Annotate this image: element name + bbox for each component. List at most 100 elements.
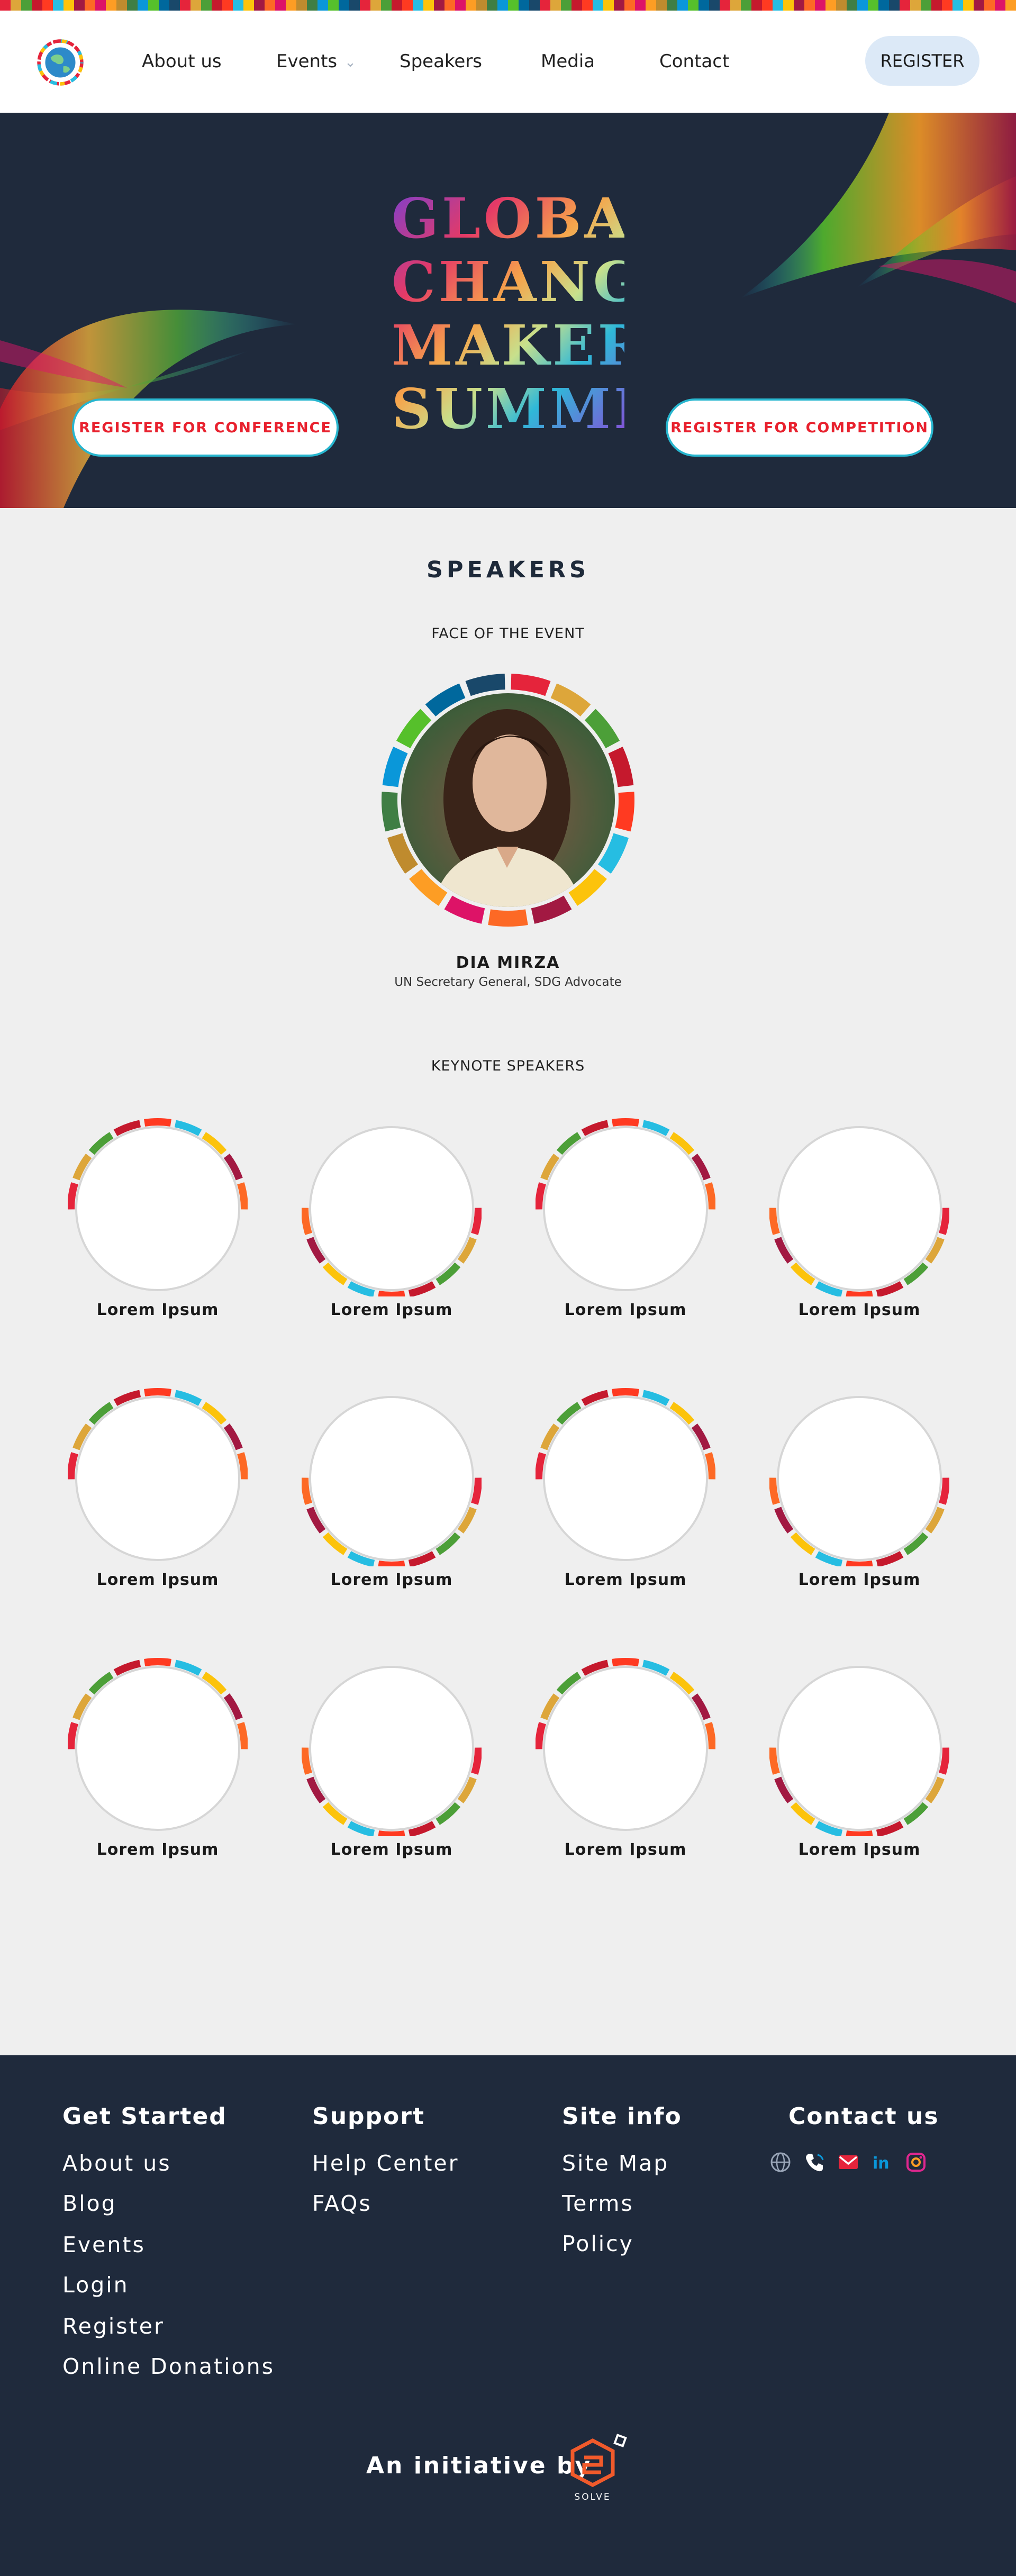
rainbow-segment (21, 0, 32, 11)
rainbow-segment (561, 0, 572, 11)
rainbow-segment (423, 0, 434, 11)
keynote-speaker-card[interactable]: Lorem Ipsum (536, 1386, 715, 1598)
sdg-ring-segment (615, 792, 634, 832)
keynote-speaker-card[interactable]: Lorem Ipsum (68, 1386, 248, 1598)
rainbow-segment (910, 0, 921, 11)
speaker-avatar (68, 1118, 248, 1291)
rainbow-segment (698, 0, 709, 11)
sdg-ring-segment (302, 1208, 312, 1235)
rainbow-segment (455, 0, 466, 11)
sdg-ring-segment (531, 895, 572, 924)
keynote-speakers-heading: KEYNOTE SPEAKERS (431, 1058, 585, 1074)
sdg-ring-segment (612, 1118, 639, 1127)
rainbow-segment (370, 0, 381, 11)
rainbow-segment (11, 0, 21, 11)
keynote-speaker-card[interactable]: Lorem Ipsum (302, 1386, 482, 1598)
speaker-avatar (68, 1658, 248, 1831)
rainbow-segment (889, 0, 900, 11)
rainbow-segment (783, 0, 794, 11)
footer-link-policy[interactable]: Policy (562, 2231, 634, 2256)
rainbow-segment (243, 0, 254, 11)
avatar-placeholder (309, 1126, 474, 1291)
avatar-placeholder (543, 1666, 708, 1831)
rainbow-segment (773, 0, 783, 11)
mail-icon[interactable] (837, 2151, 860, 2174)
sdg-ring-segment (846, 1561, 873, 1566)
rainbow-segment (942, 0, 952, 11)
rainbow-segment (995, 0, 1005, 11)
rainbow-segment (857, 0, 868, 11)
footer-link-help-center[interactable]: Help Center (312, 2151, 459, 2176)
rainbow-segment (212, 0, 222, 11)
footer-link-blog[interactable]: Blog (62, 2191, 117, 2216)
sdg-ring-segment (705, 1182, 715, 1210)
footer-link-login[interactable]: Login (62, 2272, 129, 2298)
initiative-text: An initiative by (366, 2452, 592, 2479)
rainbow-segment (931, 0, 942, 11)
keynote-speaker-card[interactable]: Lorem Ipsum (536, 1656, 715, 1868)
site-footer: Get Started About us Blog Events Login R… (0, 2055, 1016, 2576)
rainbow-segment (794, 0, 804, 11)
rainbow-segment (614, 0, 624, 11)
sdg-ring-segment (846, 1291, 873, 1296)
keynote-speaker-name: Lorem Ipsum (564, 1301, 687, 1319)
rainbow-segment (402, 0, 413, 11)
rainbow-segment (572, 0, 582, 11)
rainbow-segment (328, 0, 339, 11)
linkedin-icon[interactable]: in (870, 2151, 894, 2174)
speakers-heading: SPEAKERS (427, 557, 589, 583)
rainbow-segment (296, 0, 307, 11)
footer-link-faqs[interactable]: FAQs (312, 2191, 372, 2216)
keynote-speaker-card[interactable]: Lorem Ipsum (68, 1656, 248, 1868)
rainbow-segment (85, 0, 95, 11)
solve-logo[interactable]: SOLVE (561, 2433, 635, 2507)
footer-link-events[interactable]: Events (62, 2232, 146, 2257)
nav-events-label: Events (276, 51, 338, 72)
keynote-speaker-card[interactable]: Lorem Ipsum (68, 1117, 248, 1328)
rainbow-segment (106, 0, 116, 11)
keynote-speaker-card[interactable]: Lorem Ipsum (536, 1117, 715, 1328)
rainbow-segment (116, 0, 127, 11)
sdg-ring-segment (511, 674, 551, 696)
nav-speakers[interactable]: Speakers (400, 51, 482, 72)
rainbow-segment (138, 0, 148, 11)
keynote-speaker-card[interactable]: Lorem Ipsum (769, 1656, 949, 1868)
phone-icon[interactable] (803, 2151, 826, 2174)
nav-contact[interactable]: Contact (659, 51, 729, 72)
sdg-ring-segment (378, 1561, 405, 1566)
keynote-speaker-card[interactable]: Lorem Ipsum (302, 1117, 482, 1328)
rainbow-segment (434, 0, 444, 11)
rainbow-segment (730, 0, 741, 11)
keynote-speaker-name: Lorem Ipsum (564, 1840, 687, 1859)
rainbow-segment (741, 0, 751, 11)
nav-events[interactable]: Events ⌄ (276, 51, 356, 72)
register-conference-button[interactable]: REGISTER FOR CONFERENCE (72, 398, 339, 457)
register-competition-button[interactable]: REGISTER FOR COMPETITION (666, 398, 933, 457)
rainbow-segment (201, 0, 212, 11)
title-line: SUMMIT (392, 376, 687, 441)
nav-media-label: Media (541, 51, 595, 72)
globe-icon[interactable] (769, 2151, 792, 2174)
rainbow-segment (32, 0, 42, 11)
nav-media[interactable]: Media (541, 51, 595, 72)
footer-link-about-us[interactable]: About us (62, 2151, 171, 2176)
rainbow-segment (0, 0, 11, 11)
keynote-speaker-card[interactable]: Lorem Ipsum (769, 1117, 949, 1328)
person-illustration (433, 709, 581, 907)
footer-link-site-map[interactable]: Site Map (562, 2151, 669, 2176)
sdg-ring-segment (612, 1388, 639, 1396)
rainbow-segment (550, 0, 561, 11)
rainbow-segment (762, 0, 773, 11)
avatar-placeholder (309, 1666, 474, 1831)
keynote-speaker-card[interactable]: Lorem Ipsum (302, 1656, 482, 1868)
footer-link-online-donations[interactable]: Online Donations (62, 2354, 275, 2379)
footer-link-register[interactable]: Register (62, 2314, 165, 2339)
keynote-speaker-card[interactable]: Lorem Ipsum (769, 1386, 949, 1598)
rainbow-segment (804, 0, 815, 11)
rainbow-segment (286, 0, 296, 11)
instagram-icon[interactable] (904, 2151, 928, 2174)
footer-link-terms[interactable]: Terms (562, 2191, 634, 2216)
nav-about-us[interactable]: About us (142, 51, 222, 72)
register-button[interactable]: REGISTER (865, 36, 979, 86)
sdg-ring-segment (378, 1830, 405, 1836)
